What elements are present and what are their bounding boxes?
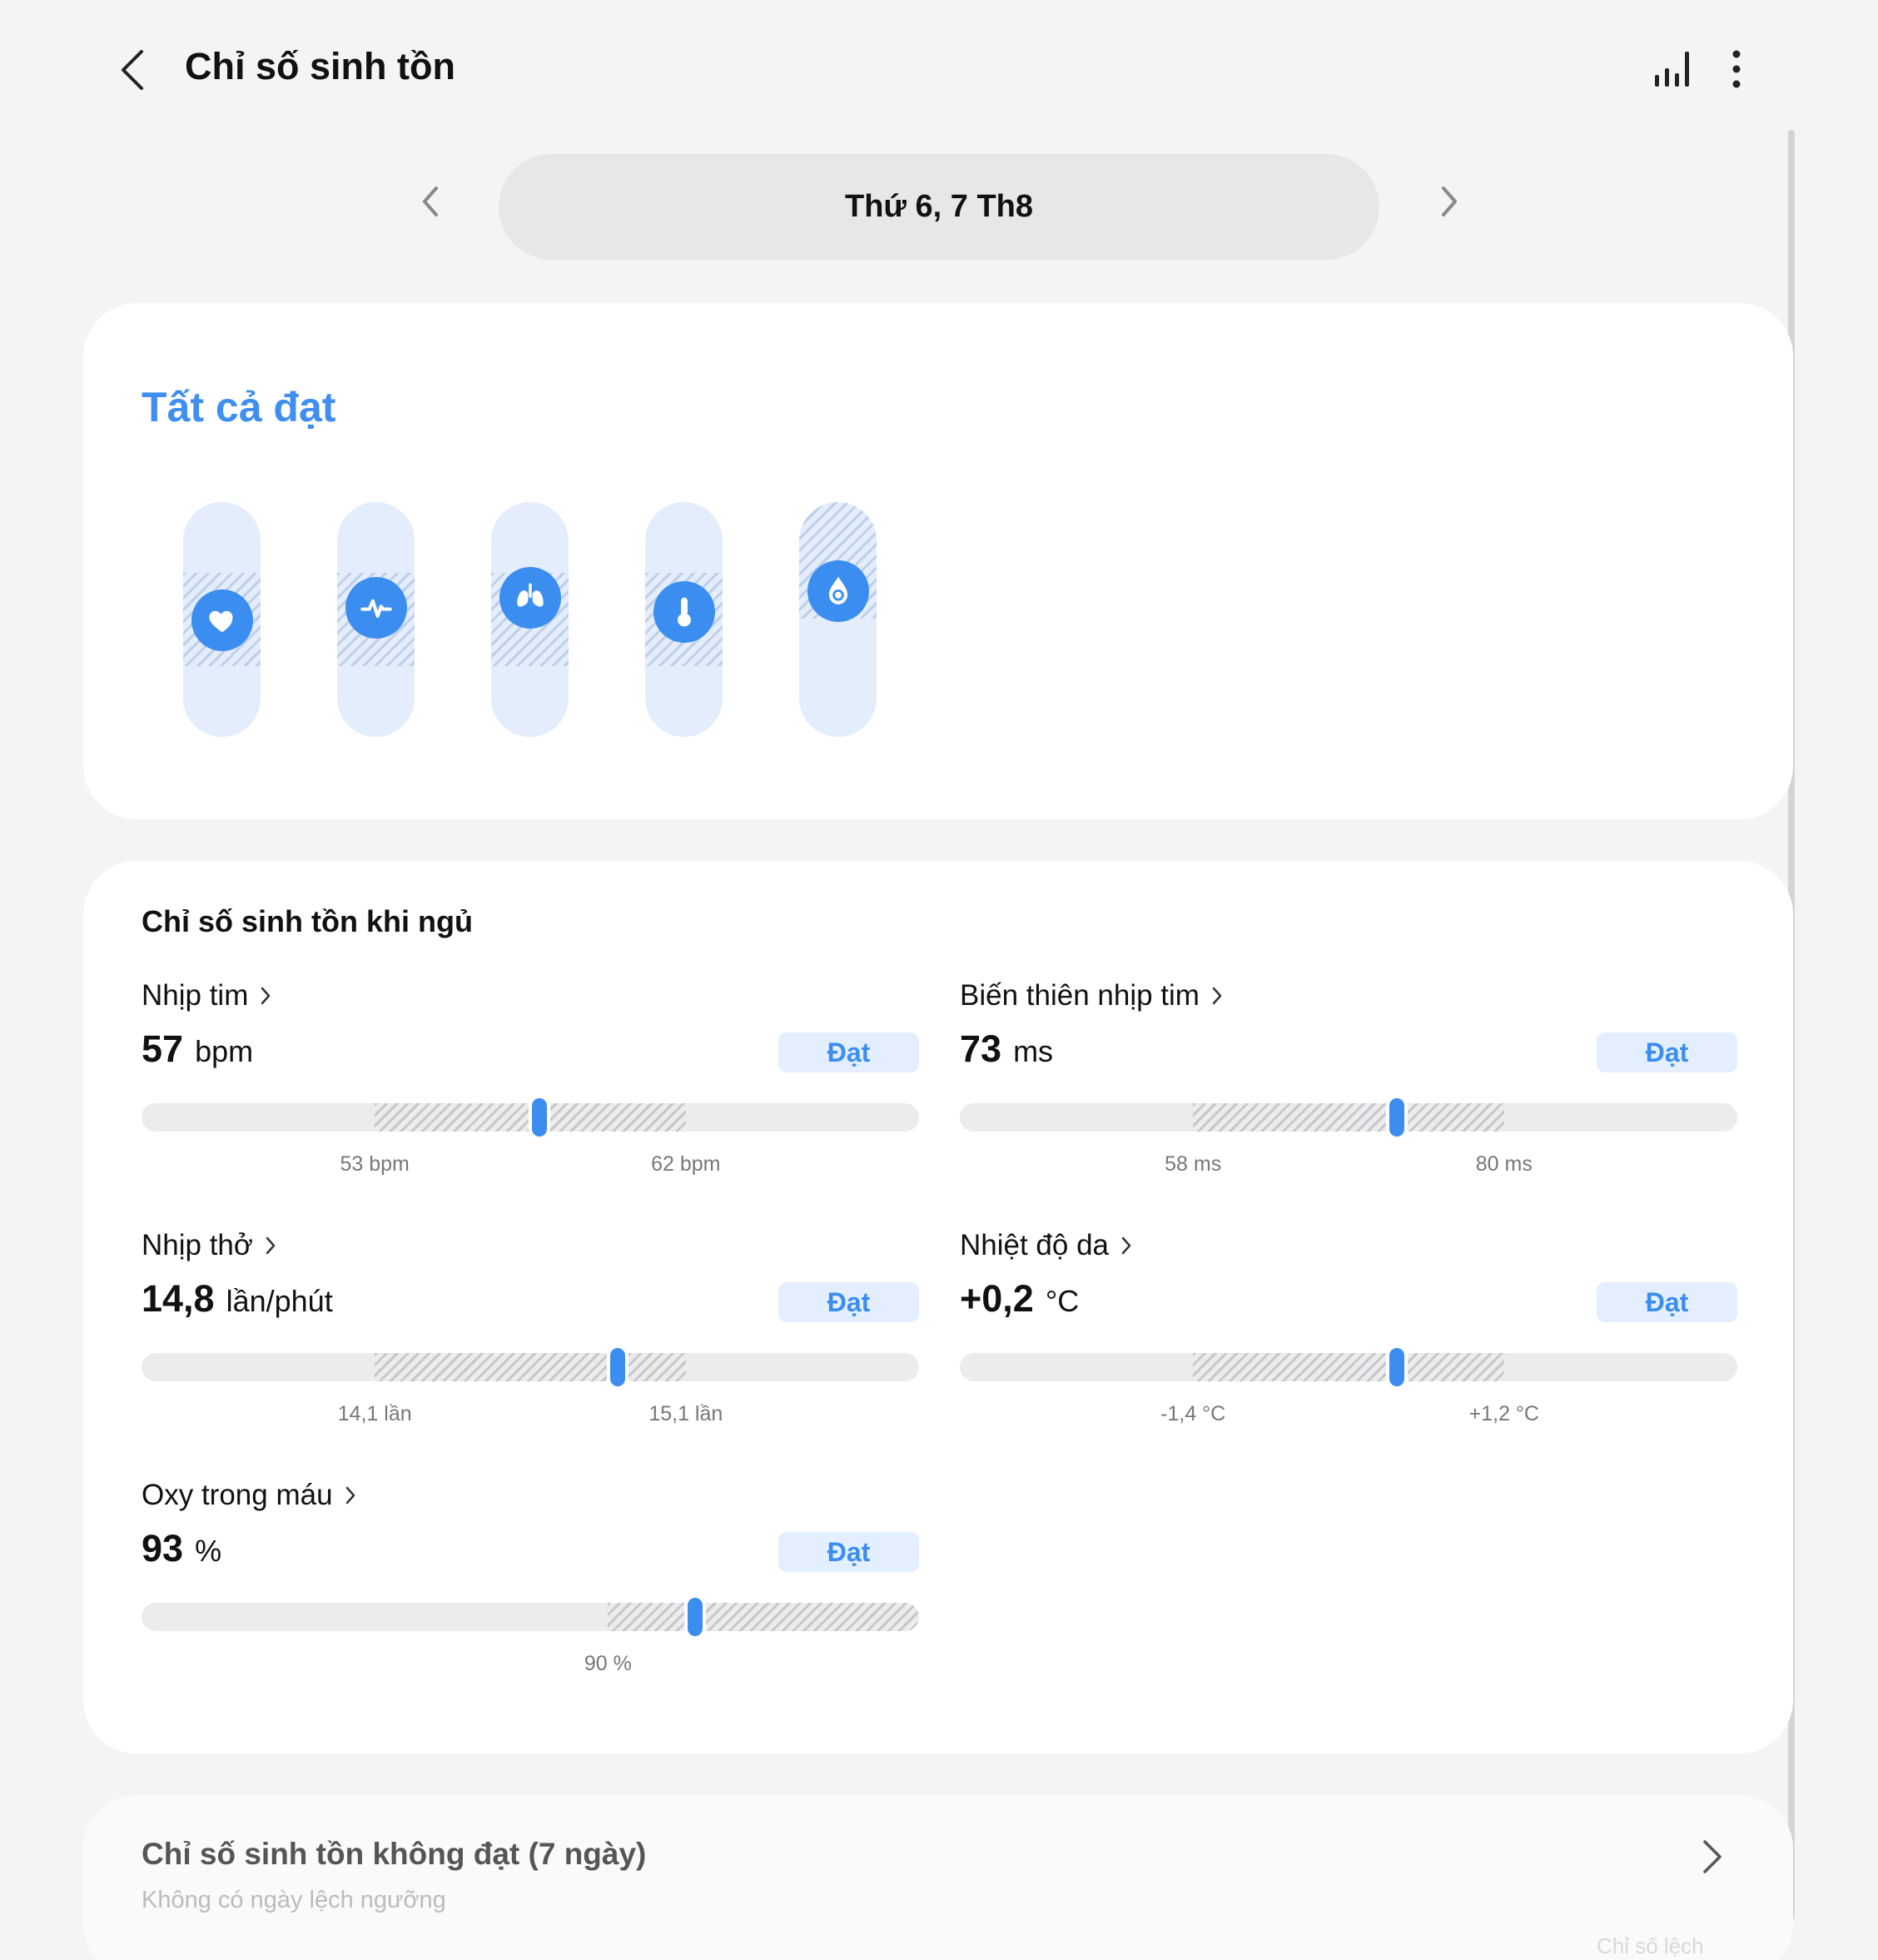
range-high-label: +1,2 °C — [1468, 1402, 1539, 1425]
metric-block: Nhiệt độ da +0,2 °C Đạt -1,4 °C +1,2 °C — [960, 1229, 1737, 1462]
normal-range — [1193, 1353, 1504, 1381]
status-badge: Đạt — [1597, 1282, 1737, 1322]
range-low-label: 14,1 lần — [337, 1402, 412, 1425]
status-badge: Đạt — [1597, 1032, 1737, 1072]
range-track — [960, 1098, 1737, 1137]
range-low-label: -1,4 °C — [1160, 1402, 1226, 1425]
range-high-label: 80 ms — [1475, 1152, 1533, 1176]
chevron-right-icon — [261, 987, 271, 1005]
range-low-label: 90 % — [584, 1652, 632, 1675]
section-title: Chỉ số sinh tồn khi ngủ — [142, 904, 473, 938]
pulse-icon — [345, 577, 407, 639]
back-button[interactable] — [117, 48, 150, 92]
hrv-indicator[interactable] — [337, 502, 415, 737]
chevron-right-icon — [1703, 1840, 1722, 1873]
metric-block: Nhịp thở 14,8 lần/phút Đạt 14,1 lần 15,1… — [142, 1229, 919, 1462]
date-label: Thứ 6, 7 Th8 — [845, 189, 1033, 224]
status-badge: Đạt — [778, 1032, 919, 1072]
chevron-left-icon — [122, 50, 143, 90]
metric-value: 14,8 — [142, 1277, 215, 1320]
date-selector[interactable]: Thứ 6, 7 Th8 — [499, 154, 1379, 260]
chevron-right-icon — [1212, 987, 1222, 1005]
next-day-button[interactable] — [1433, 183, 1463, 224]
overall-status: Tất cả đạt — [142, 384, 336, 430]
current-value-marker — [1389, 1098, 1404, 1137]
metric-unit: ms — [1013, 1034, 1054, 1068]
range-high-label: 62 bpm — [651, 1152, 721, 1176]
metric-value: 93 — [142, 1527, 184, 1569]
normal-range — [375, 1353, 686, 1381]
normal-range — [1193, 1103, 1504, 1132]
blood-oxygen-indicator[interactable] — [799, 502, 877, 737]
range-low-label: 53 bpm — [340, 1152, 410, 1176]
weekly-out-of-range-card[interactable]: Chỉ số sinh tồn không đạt (7 ngày) Không… — [83, 1795, 1793, 1960]
metric-label: Biến thiên nhịp tim — [960, 979, 1200, 1012]
range-low-label: 58 ms — [1165, 1152, 1222, 1176]
sleep-vitals-card: Chỉ số sinh tồn khi ngủ Nhịp tim 57 bpm … — [83, 861, 1793, 1754]
range-track — [960, 1348, 1737, 1386]
oxygen-drop-icon — [807, 560, 869, 622]
range-high-label: 15,1 lần — [648, 1402, 723, 1425]
metric-unit: °C — [1045, 1284, 1080, 1318]
chevron-right-icon — [1121, 1236, 1131, 1255]
app-screen: Chỉ số sinh tồn Thứ 6, 7 Th8 Tất cả đạt — [0, 0, 1878, 1960]
chevron-left-icon — [423, 187, 438, 216]
more-options-button[interactable] — [1730, 50, 1743, 92]
current-value-marker — [688, 1598, 703, 1636]
weekly-title: Chỉ số sinh tồn không đạt (7 ngày) — [142, 1837, 647, 1871]
summary-card: Tất cả đạt — [83, 303, 1793, 819]
lungs-icon — [499, 567, 561, 629]
normal-range — [608, 1603, 919, 1631]
metric-block: Nhịp tim 57 bpm Đạt 53 bpm 62 bpm — [142, 979, 919, 1212]
status-badge: Đạt — [778, 1282, 919, 1322]
more-vertical-icon — [1732, 50, 1741, 88]
respiratory-rate-indicator[interactable] — [491, 502, 569, 737]
metric-link[interactable]: Nhịp tim — [142, 979, 271, 1012]
metric-value: 57 — [142, 1027, 184, 1070]
metric-link[interactable]: Nhiệt độ da — [960, 1229, 1132, 1262]
trends-button[interactable] — [1653, 50, 1692, 92]
heart-rate-indicator[interactable] — [183, 502, 261, 737]
metric-label: Nhịp thở — [142, 1229, 253, 1261]
metric-unit: lần/phút — [226, 1284, 333, 1318]
current-value-marker — [532, 1098, 548, 1137]
chevron-right-icon — [266, 1236, 276, 1255]
metric-value: 73 — [960, 1027, 1002, 1070]
range-track — [142, 1098, 919, 1137]
range-track — [142, 1348, 919, 1386]
metric-unit: bpm — [195, 1034, 254, 1068]
normal-range — [375, 1103, 686, 1132]
metric-value: +0,2 — [960, 1277, 1034, 1320]
metric-unit: % — [195, 1534, 222, 1568]
weekly-more-label: Chỉ số lệch — [1597, 1933, 1704, 1958]
status-badge: Đạt — [778, 1532, 919, 1572]
metric-value-group: 73 ms — [960, 1027, 1053, 1071]
skin-temperature-indicator[interactable] — [645, 502, 723, 737]
metric-value-group: 93 % — [142, 1527, 221, 1570]
metric-value-group: 57 bpm — [142, 1027, 253, 1071]
metric-link[interactable]: Oxy trong máu — [142, 1479, 356, 1512]
heart-icon — [191, 589, 253, 651]
metric-label: Nhiệt độ da — [960, 1229, 1110, 1261]
previous-day-button[interactable] — [416, 183, 446, 224]
metric-link[interactable]: Biến thiên nhịp tim — [960, 979, 1223, 1012]
metric-label: Oxy trong máu — [142, 1479, 333, 1511]
metric-block: Oxy trong máu 93 % Đạt 90 % — [142, 1479, 919, 1712]
chevron-right-icon — [1442, 187, 1457, 216]
chevron-right-icon — [345, 1486, 355, 1505]
metric-value-group: 14,8 lần/phút — [142, 1277, 333, 1321]
metric-block: Biến thiên nhịp tim 73 ms Đạt 58 ms 80 m… — [960, 979, 1737, 1212]
weekly-subtitle: Không có ngày lệch ngưỡng — [142, 1887, 446, 1913]
metric-link[interactable]: Nhịp thở — [142, 1229, 276, 1262]
thermometer-icon — [653, 581, 715, 643]
range-track — [142, 1598, 919, 1636]
metric-label: Nhịp tim — [142, 979, 249, 1012]
page-title: Chỉ số sinh tồn — [185, 45, 455, 87]
bar-chart-icon — [1655, 52, 1689, 87]
weekly-open-button[interactable] — [1698, 1837, 1725, 1881]
metric-value-group: +0,2 °C — [960, 1277, 1079, 1321]
current-value-marker — [609, 1348, 625, 1386]
current-value-marker — [1389, 1348, 1404, 1386]
